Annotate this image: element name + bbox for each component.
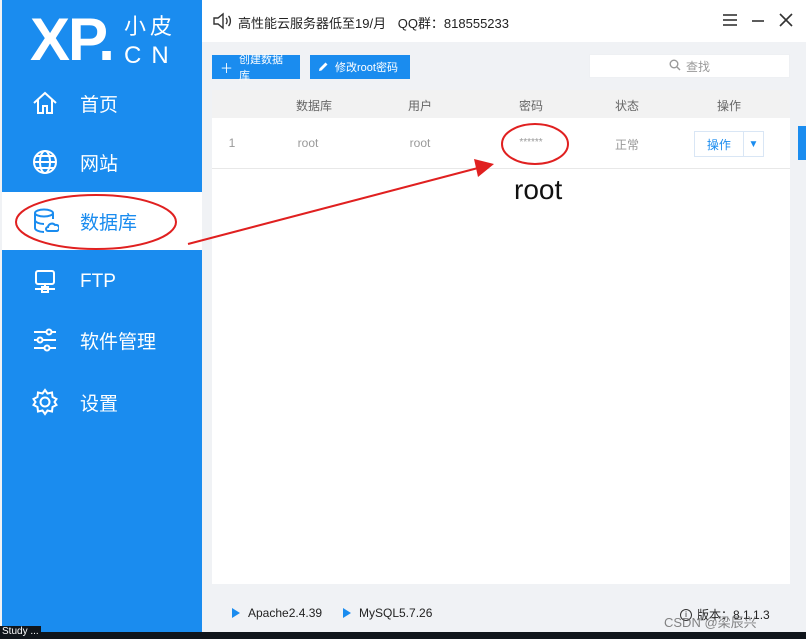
apache-status[interactable]: Apache2.4.39 [232, 606, 322, 620]
create-database-label: 创建数据库 [239, 54, 284, 82]
promo-text: 高性能云服务器低至19/月 [238, 16, 387, 31]
speaker-icon [212, 12, 232, 30]
logo-small-text: 小皮 [124, 14, 177, 39]
title-bar: 高性能云服务器低至19/月 QQ群：818555233 [202, 0, 806, 42]
logo: XP. 小皮 CN [30, 6, 200, 76]
database-icon [30, 206, 60, 236]
cell-status: 正常 [614, 138, 639, 152]
sliders-icon [30, 325, 60, 355]
taskbar [0, 632, 806, 639]
taskbar-fragment: Study ... [0, 626, 41, 637]
sidebar-item-ftp[interactable]: FTP [2, 253, 202, 311]
database-table: 数据库 用户 密码 状态 操作 1 root root ****** 正常 操作… [212, 90, 790, 584]
column-header-action: 操作 [716, 99, 741, 113]
plus-icon: ＋ [220, 60, 234, 76]
pencil-icon [318, 60, 329, 75]
title-notice: 高性能云服务器低至19/月 QQ群：818555233 [238, 13, 517, 32]
sidebar-item-label: 数据库 [80, 212, 138, 234]
mysql-version: MySQL5.7.26 [359, 606, 433, 620]
sidebar-item-label: 网站 [80, 153, 119, 175]
close-icon[interactable] [776, 10, 796, 30]
globe-icon [30, 147, 60, 177]
logo-cn: CN [124, 42, 179, 69]
cell-database: root [297, 136, 319, 150]
row-action-dropdown[interactable]: 操作 ▼ [694, 131, 764, 157]
table-header: 数据库 用户 密码 状态 操作 [212, 90, 790, 118]
play-icon [343, 608, 351, 618]
sidebar-item-home[interactable]: 首页 [2, 74, 202, 132]
cell-password: ****** [519, 137, 543, 148]
search-icon [669, 59, 681, 74]
column-header-user: 用户 [407, 99, 432, 113]
sidebar-item-website[interactable]: 网站 [2, 133, 202, 191]
sidebar-item-settings[interactable]: 设置 [2, 373, 202, 431]
ftp-icon [30, 267, 60, 297]
app-window: XP. 小皮 CN 首页 网站 数据库 FTP 软件管理 设置 高性能云服务器低… [0, 0, 806, 639]
sidebar-item-label: FTP [80, 271, 116, 292]
table-row: 1 root root ****** 正常 操作 ▼ [212, 118, 790, 169]
qq-group-text: QQ群：818555233 [397, 16, 509, 31]
row-index: 1 [228, 136, 236, 150]
search-placeholder: 查找 [685, 59, 710, 74]
sidebar: XP. 小皮 CN 首页 网站 数据库 FTP 软件管理 设置 [2, 0, 202, 632]
watermark: CSDN @梁辰兴 [664, 615, 757, 630]
cell-user: root [409, 136, 431, 150]
logo-xp: XP. [30, 6, 115, 73]
create-database-button[interactable]: ＋ 创建数据库 [212, 54, 300, 82]
annotation-root-text: root [514, 174, 563, 205]
sidebar-item-label: 设置 [80, 393, 119, 415]
home-icon [30, 88, 60, 118]
sidebar-item-label: 软件管理 [80, 331, 157, 353]
sidebar-item-software[interactable]: 软件管理 [2, 311, 202, 369]
sidebar-item-database[interactable]: 数据库 [2, 192, 202, 250]
column-header-password: 密码 [518, 99, 543, 113]
minimize-icon[interactable] [748, 10, 768, 30]
column-header-status: 状态 [614, 99, 639, 113]
menu-icon[interactable] [720, 10, 740, 30]
change-root-password-button[interactable]: 修改root密码 [310, 55, 410, 79]
play-icon [232, 608, 240, 618]
action-button[interactable]: 操作 [695, 136, 743, 153]
mysql-status[interactable]: MySQL5.7.26 [343, 606, 432, 620]
sidebar-item-label: 首页 [80, 94, 119, 116]
search-input[interactable]: 查找 [589, 54, 790, 78]
scrollbar-thumb[interactable] [798, 126, 806, 160]
apache-version: Apache2.4.39 [248, 606, 323, 620]
column-header-database: 数据库 [295, 99, 332, 113]
gear-icon [30, 387, 60, 417]
change-root-password-label: 修改root密码 [335, 62, 398, 74]
caret-down-icon[interactable]: ▼ [742, 132, 763, 156]
